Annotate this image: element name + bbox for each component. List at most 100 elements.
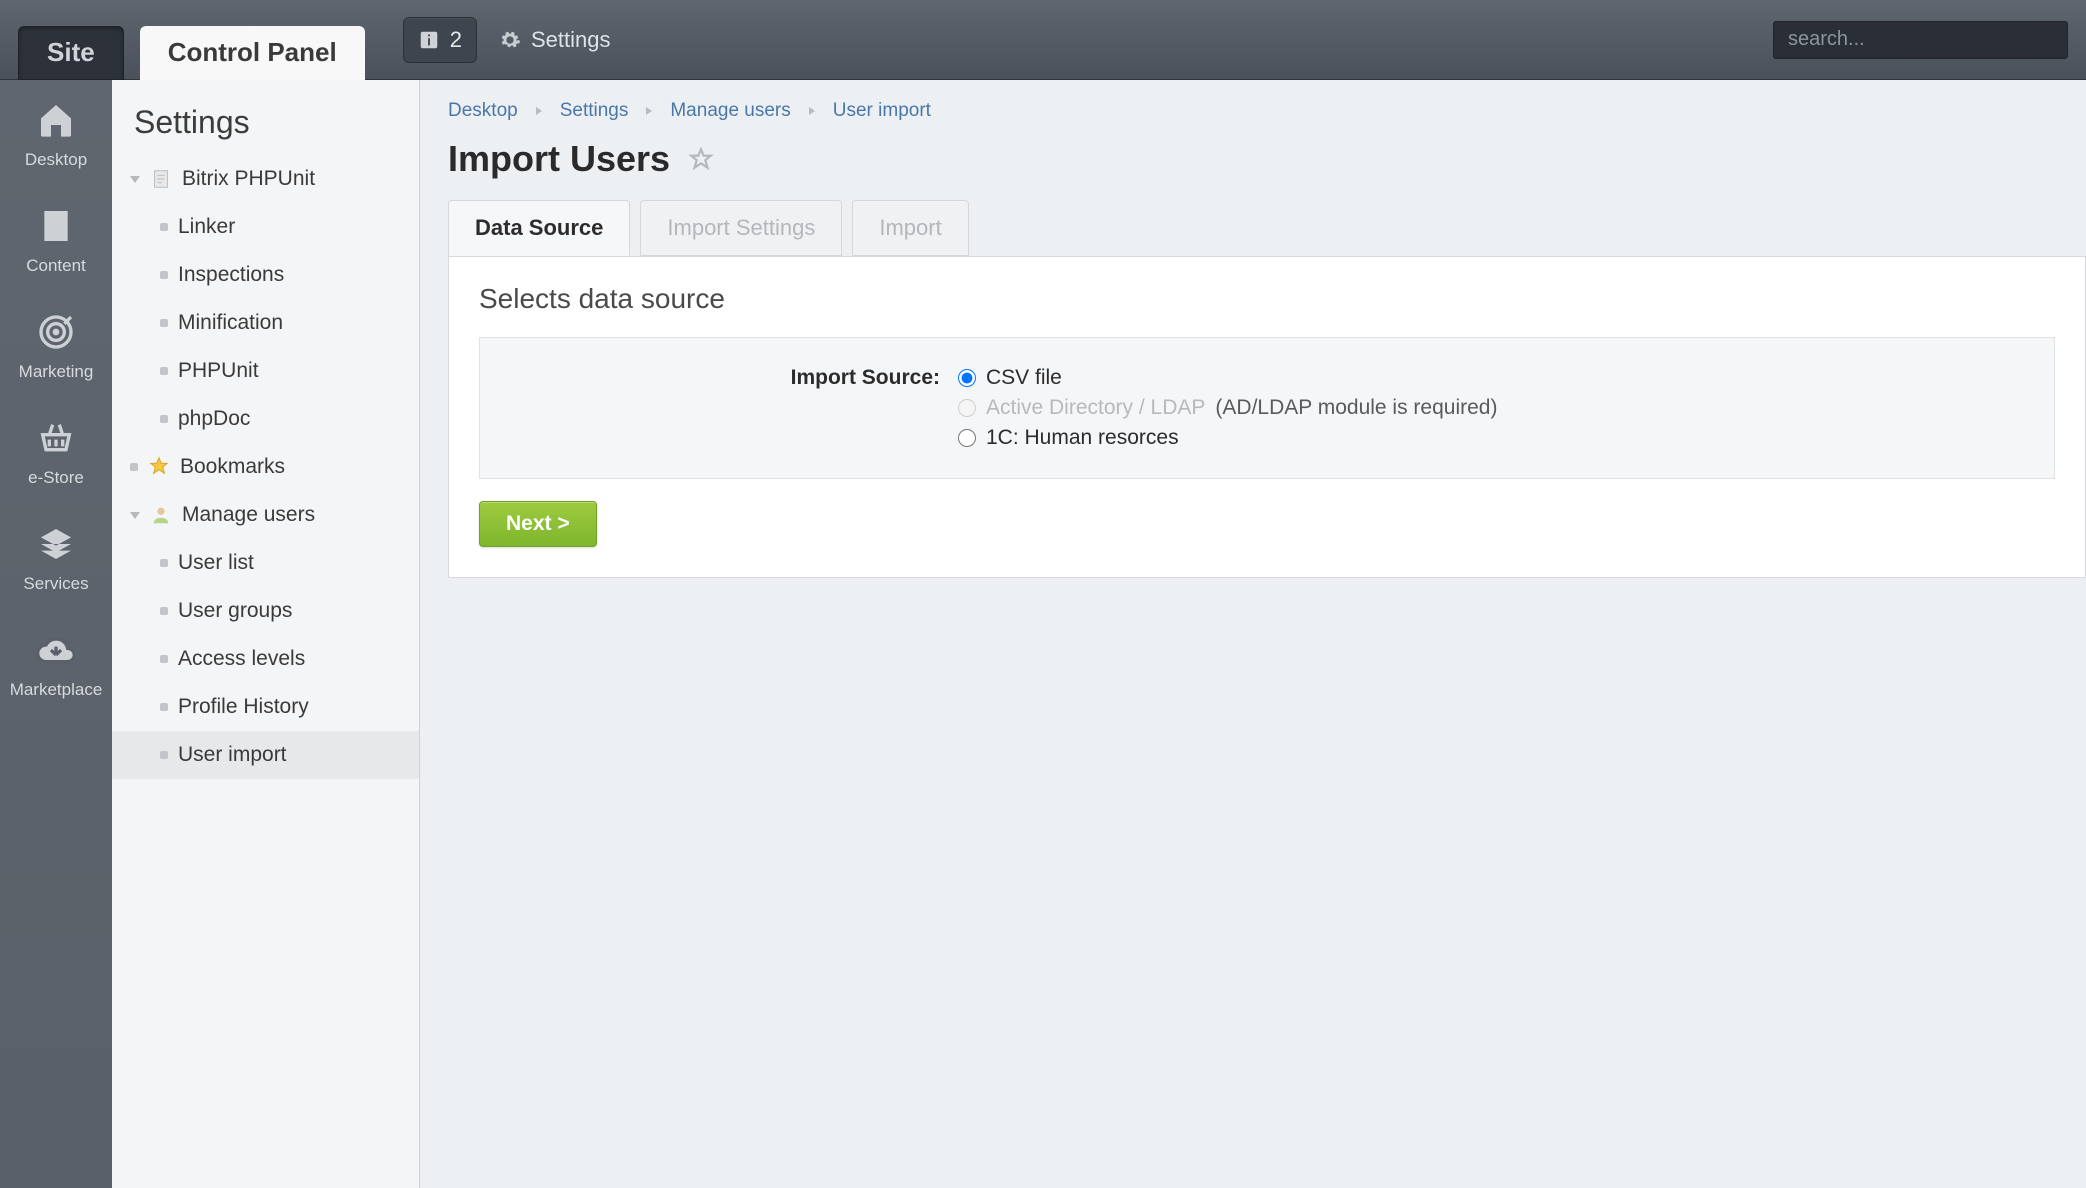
bullet-icon [160,367,168,375]
import-source-label: Import Source: [520,366,940,450]
rail-estore[interactable]: e-Store [28,416,84,488]
tree-linker[interactable]: Linker [112,203,419,251]
radio-1c-label: 1C: Human resorces [986,426,1179,450]
tab-data-source[interactable]: Data Source [448,200,630,256]
crumb-manage-users[interactable]: Manage users [670,100,790,122]
rail-marketplace[interactable]: Marketplace [10,628,103,700]
site-tab[interactable]: Site [18,26,124,80]
tree-phpunit[interactable]: PHPUnit [112,347,419,395]
tree-label: Inspections [178,263,284,287]
rail-content[interactable]: Content [26,204,86,276]
layers-icon [34,522,78,566]
panel-heading: Selects data source [479,283,2055,315]
tree-phpdoc[interactable]: phpDoc [112,395,419,443]
chevron-right-icon [536,107,542,115]
rail-services[interactable]: Services [23,522,88,594]
tree-label: Profile History [178,695,309,719]
bullet-icon [160,751,168,759]
tree-label: User import [178,743,287,767]
import-source-group: Import Source: CSV file Active Directory… [479,337,2055,479]
tree-manage-users[interactable]: Manage users [112,491,419,539]
tree-user-import[interactable]: User import [112,731,419,779]
radio-csv-label: CSV file [986,366,1062,390]
tree-label: Manage users [182,503,315,527]
tree-title: Settings [112,104,419,155]
notification-button[interactable]: 2 [403,17,477,63]
next-button[interactable]: Next > [479,501,597,547]
radio-ldap-hint: (AD/LDAP module is required) [1215,396,1497,420]
tree-label: phpDoc [178,407,250,431]
rail-label: Marketplace [10,680,103,700]
left-rail: Desktop Content Marketing e-Store Servic… [0,80,112,1188]
cloud-download-icon [34,628,78,672]
bullet-icon [160,271,168,279]
home-icon [34,98,78,142]
rail-marketing[interactable]: Marketing [19,310,94,382]
rail-label: Services [23,574,88,594]
crumb-settings[interactable]: Settings [560,100,629,122]
radio-ldap: Active Directory / LDAP (AD/LDAP module … [958,396,1497,420]
user-icon [150,504,172,526]
tree-label: Access levels [178,647,305,671]
tree-label: User groups [178,599,292,623]
bullet-icon [160,319,168,327]
tree-label: Linker [178,215,235,239]
target-icon [34,310,78,354]
bullet-icon [160,223,168,231]
file-icon [150,168,172,190]
crumb-user-import[interactable]: User import [833,100,931,122]
tree-user-groups[interactable]: User groups [112,587,419,635]
tab-import[interactable]: Import [852,200,968,256]
star-icon [148,456,170,478]
radio-ldap-label: Active Directory / LDAP [986,396,1205,420]
tree-bitrix-phpunit[interactable]: Bitrix PHPUnit [112,155,419,203]
settings-link-label: Settings [531,27,611,53]
tree-label: Bitrix PHPUnit [182,167,315,191]
radio-csv[interactable]: CSV file [958,366,1497,390]
control-panel-tab[interactable]: Control Panel [140,26,365,80]
tree-label: User list [178,551,254,575]
tree-minification[interactable]: Minification [112,299,419,347]
bullet-icon [160,607,168,615]
tree-bookmarks[interactable]: Bookmarks [112,443,419,491]
info-icon [418,29,440,51]
radio-csv-input[interactable] [958,369,976,387]
rail-label: Desktop [25,150,87,170]
tab-import-settings[interactable]: Import Settings [640,200,842,256]
radio-1c[interactable]: 1C: Human resorces [958,426,1497,450]
tree-access-levels[interactable]: Access levels [112,635,419,683]
tree-label: Minification [178,311,283,335]
rail-label: Marketing [19,362,94,382]
radio-ldap-input [958,399,976,417]
wizard-tabs: Data Source Import Settings Import [420,200,2086,256]
rail-label: e-Store [28,468,84,488]
chevron-down-icon [130,512,140,519]
basket-icon [34,416,78,460]
tree-inspections[interactable]: Inspections [112,251,419,299]
crumb-desktop[interactable]: Desktop [448,100,518,122]
tree-profile-history[interactable]: Profile History [112,683,419,731]
radio-1c-input[interactable] [958,429,976,447]
tree-user-list[interactable]: User list [112,539,419,587]
chevron-right-icon [809,107,815,115]
tree-label: PHPUnit [178,359,259,383]
notification-count: 2 [450,27,462,53]
tree-sidebar: Settings Bitrix PHPUnit Linker Inspectio… [112,80,420,1188]
main-content: Desktop Settings Manage users User impor… [420,80,2086,1188]
tree-label: Bookmarks [180,455,285,479]
page-title: Import Users [448,138,670,180]
bullet-icon [160,559,168,567]
bullet-icon [160,415,168,423]
settings-link[interactable]: Settings [499,27,611,53]
chevron-right-icon [646,107,652,115]
gear-icon [499,29,521,51]
chevron-down-icon [130,176,140,183]
bullet-icon [160,703,168,711]
bullet-icon [160,655,168,663]
document-icon [34,204,78,248]
rail-label: Content [26,256,86,276]
top-bar: Site Control Panel 2 Settings [0,0,2086,80]
favorite-star-icon[interactable] [688,146,714,172]
rail-desktop[interactable]: Desktop [25,98,87,170]
search-input[interactable] [1773,21,2068,59]
